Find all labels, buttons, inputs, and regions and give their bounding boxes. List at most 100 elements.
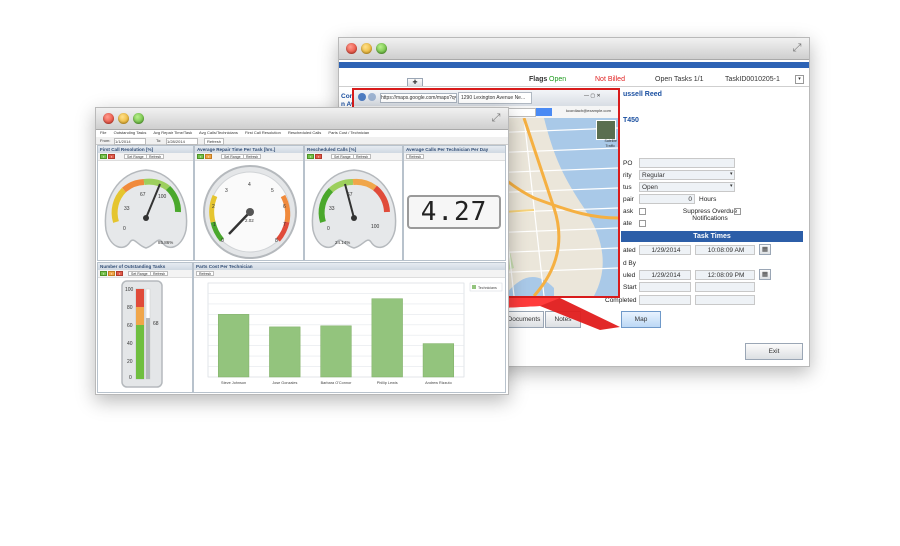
back-arrow-icon[interactable] xyxy=(358,93,366,101)
green-range-button[interactable]: ▪ xyxy=(100,154,108,159)
outstanding-thermometer xyxy=(121,280,163,388)
completed-time-field[interactable] xyxy=(695,295,755,305)
refresh-button[interactable]: Refresh xyxy=(204,138,225,145)
panel-refresh-button[interactable]: Refresh xyxy=(353,154,372,159)
forward-arrow-icon[interactable] xyxy=(368,93,376,101)
close-window-button[interactable] xyxy=(346,43,357,54)
address-bar[interactable]: https://maps.google.com/maps?q=... xyxy=(380,93,457,103)
repair-hours-field[interactable]: 0 xyxy=(639,194,695,204)
browser-toolbar: https://maps.google.com/maps?q=... 1290 … xyxy=(354,90,618,107)
panel-refresh-button[interactable]: Refresh xyxy=(196,271,215,276)
gauge-readout: 2.02 xyxy=(245,218,254,223)
scheduled-date-field[interactable]: 1/29/2014 xyxy=(639,270,691,280)
start-date-field[interactable] xyxy=(639,282,691,292)
header-bar xyxy=(339,62,809,68)
bar-4[interactable] xyxy=(422,343,455,378)
status-value: Open xyxy=(642,184,658,191)
gauge-tick-8: 8 xyxy=(275,238,278,244)
bar-0[interactable] xyxy=(217,314,250,378)
priority-select[interactable]: Regular xyxy=(639,170,735,180)
panel-title: Parts Cost Per Technician xyxy=(194,263,505,270)
orange-range-button[interactable]: ▪ xyxy=(205,154,213,159)
gauge-tick-33: 33 xyxy=(329,206,335,212)
satellite-toggle[interactable] xyxy=(596,120,616,140)
scheduled-label: uled xyxy=(623,272,636,279)
panel-refresh-button[interactable]: Refresh xyxy=(406,154,425,159)
repair-label: pair xyxy=(623,196,634,203)
task-label: ask xyxy=(623,208,634,215)
gauge-readout: 24.14% xyxy=(335,240,351,245)
suppress-checkbox[interactable] xyxy=(734,208,741,215)
to-label: To: xyxy=(156,138,162,143)
start-time-field[interactable] xyxy=(695,282,755,292)
green-range-button[interactable]: ▪ xyxy=(100,271,108,276)
set-range-button[interactable]: Set Range xyxy=(124,154,147,159)
rate-checkbox[interactable] xyxy=(639,220,646,227)
window-controls-icon[interactable]: — ▢ ✕ xyxy=(584,93,601,99)
gauge-tick-2: 2 xyxy=(212,204,215,210)
close-window-button[interactable] xyxy=(103,113,114,124)
set-range-button[interactable]: Set Range xyxy=(221,154,244,159)
red-range-button[interactable]: ▪ xyxy=(108,154,116,159)
bar-3[interactable] xyxy=(371,298,403,378)
gauge-readout: 85.86% xyxy=(158,240,174,245)
account-email: kcordiach@example.com xyxy=(566,108,611,113)
scheduled-time-field[interactable]: 12:08:09 PM xyxy=(695,270,755,280)
menu-outstanding-tasks[interactable]: Outstanding Tasks xyxy=(114,130,147,135)
rescheduled-calls-panel: Rescheduled Calls [%] ▪ ▪ Set Range Refr… xyxy=(304,145,403,261)
search-icon[interactable] xyxy=(536,108,552,116)
completed-date-field[interactable] xyxy=(639,295,691,305)
browser-tab[interactable]: 1290 Lexington Avenue Ne... xyxy=(458,92,532,104)
dashboard-titlebar: ⤢ xyxy=(96,108,508,130)
dropdown-arrow-icon[interactable]: ▾ xyxy=(795,75,804,84)
set-range-button[interactable]: Set Range xyxy=(331,154,354,159)
bar-2[interactable] xyxy=(320,325,352,378)
minimize-window-button[interactable] xyxy=(361,43,372,54)
menu-file[interactable]: File xyxy=(100,130,106,135)
panel-refresh-button[interactable]: Refresh xyxy=(146,154,165,159)
gauge-tick-0: 0 xyxy=(123,226,126,232)
created-date-field[interactable]: 1/29/2014 xyxy=(639,245,691,255)
from-date-input[interactable]: 1/1/2014 xyxy=(114,138,146,145)
chevron-down-icon[interactable]: ▾ xyxy=(730,183,733,189)
set-range-button[interactable]: Set Range xyxy=(128,271,151,276)
menu-first-call[interactable]: First Call Resolution xyxy=(245,130,281,135)
panel-refresh-button[interactable]: Refresh xyxy=(243,154,262,159)
from-label: From: xyxy=(100,138,111,143)
gauge-tick-0: 0 xyxy=(327,226,330,232)
orange-range-button[interactable]: ▪ xyxy=(108,271,116,276)
red-range-button[interactable]: ▪ xyxy=(315,154,323,159)
open-tasks-count: Open Tasks 1/1 xyxy=(655,76,704,83)
task-checkbox[interactable] xyxy=(639,208,646,215)
panel-title: First Call Resolution [%] xyxy=(98,146,193,153)
rescheduled-gauge xyxy=(311,169,397,249)
red-range-button[interactable]: ▪ xyxy=(116,271,124,276)
chevron-down-icon[interactable]: ▾ xyxy=(730,171,733,177)
minimize-window-button[interactable] xyxy=(118,113,129,124)
bar-1[interactable] xyxy=(269,326,301,378)
po-field[interactable] xyxy=(639,158,735,168)
menu-parts-cost[interactable]: Parts Cost / Technician xyxy=(328,130,369,135)
status-select[interactable]: Open xyxy=(639,182,735,192)
thermo-tick-80: 80 xyxy=(127,305,133,311)
calendar-icon[interactable]: ▦ xyxy=(759,269,771,280)
menu-avg-repair[interactable]: Avg Repair Time/Task xyxy=(153,130,192,135)
to-date-input[interactable]: 1/28/2014 xyxy=(166,138,198,145)
created-time-field[interactable]: 10:08:09 AM xyxy=(695,245,755,255)
green-range-button[interactable]: ▪ xyxy=(197,154,205,159)
menu-avg-calls[interactable]: Avg Calls/Technicians xyxy=(199,130,238,135)
exit-button[interactable]: Exit xyxy=(745,343,803,360)
zoom-window-button[interactable] xyxy=(376,43,387,54)
legend-swatch xyxy=(472,285,476,289)
gauge-tick-3: 3 xyxy=(225,188,228,194)
panel-refresh-button[interactable]: Refresh xyxy=(150,271,169,276)
fullscreen-icon[interactable]: ⤢ xyxy=(791,42,803,54)
green-range-button[interactable]: ▪ xyxy=(307,154,315,159)
fullscreen-icon[interactable]: ⤢ xyxy=(490,112,502,124)
menu-rescheduled[interactable]: Rescheduled Calls xyxy=(288,130,321,135)
calendar-icon[interactable]: ▦ xyxy=(759,244,771,255)
gauge-tick-4: 4 xyxy=(248,182,251,188)
task-id: TaskID0010205-1 xyxy=(725,76,780,83)
zoom-window-button[interactable] xyxy=(133,113,144,124)
created-by-label: d By xyxy=(623,260,637,267)
